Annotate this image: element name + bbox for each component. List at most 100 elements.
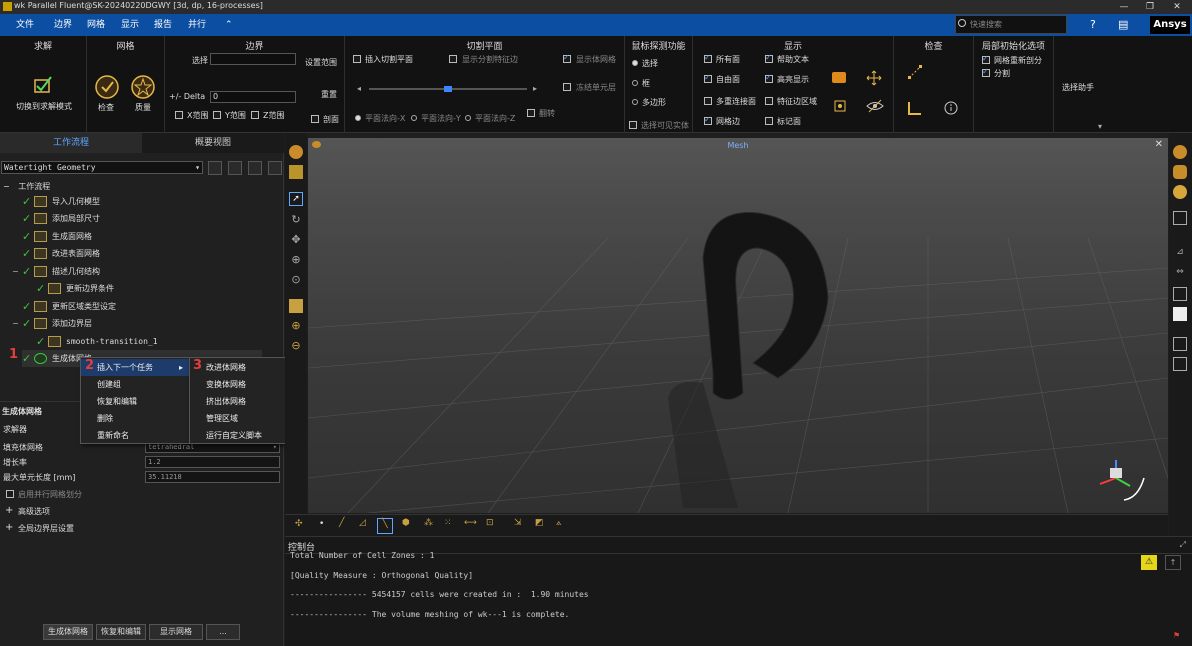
insert-cut-plane-checkbox[interactable] <box>353 55 361 63</box>
scroll-up-icon[interactable]: ↑ <box>1165 555 1181 570</box>
open-workflow-icon[interactable] <box>208 161 222 175</box>
graphics-viewport[interactable]: Mesh ✕ <box>308 138 1168 513</box>
menu-boundary[interactable]: 边界 <box>54 14 72 36</box>
more-button[interactable]: ... <box>206 624 240 640</box>
measure-icon[interactable] <box>907 64 923 80</box>
probe-select-radio[interactable] <box>632 60 638 66</box>
fit-view-icon[interactable] <box>289 299 303 313</box>
slider-icon[interactable]: ⇔ <box>1173 267 1187 281</box>
menu-item-delete[interactable]: 删除 <box>81 410 189 427</box>
free-faces-checkbox[interactable] <box>704 73 712 83</box>
help-circle-icon[interactable] <box>268 161 282 175</box>
bound-tool-icon[interactable]: ⊡ <box>486 518 494 528</box>
freeze-layers-checkbox[interactable] <box>563 83 571 91</box>
ruler-icon[interactable] <box>907 100 923 116</box>
menu-report[interactable]: 报告 <box>154 14 172 36</box>
pointer-icon[interactable]: ➚ <box>289 192 303 206</box>
tab-workflow[interactable]: 工作流程 <box>0 133 142 153</box>
screenshot-icon[interactable] <box>1173 357 1187 371</box>
close-window-button[interactable]: ✕ <box>1164 0 1190 14</box>
switch-to-solve-label[interactable]: 切换到求解模式 <box>16 101 72 112</box>
cell-tool-icon[interactable]: ⬢ <box>402 518 410 528</box>
feature-edge-checkbox[interactable] <box>765 97 773 105</box>
submenu-item-manage-zones[interactable]: 管理区域 <box>190 410 295 427</box>
zone-icon[interactable] <box>289 165 303 179</box>
zoom-box-icon[interactable]: ⊙ <box>289 273 303 287</box>
grid-tool-icon[interactable]: ⁙ <box>444 518 452 528</box>
quick-search-input[interactable]: 快速搜索 <box>955 15 1067 34</box>
label-faces-checkbox[interactable] <box>765 117 773 125</box>
copy-icon[interactable] <box>1173 337 1187 351</box>
menu-parallel[interactable]: 并行 <box>188 14 206 36</box>
max-length-input[interactable]: 35.11218 <box>145 471 280 483</box>
edge-tool-icon[interactable]: ╲ <box>377 518 393 534</box>
quality-label[interactable]: 质量 <box>135 102 151 113</box>
remesh-checkbox[interactable] <box>982 54 990 64</box>
collapse-icon[interactable]: − <box>12 319 19 328</box>
panel-icon[interactable]: ▤ <box>1118 14 1128 36</box>
collapse-icon[interactable]: − <box>3 182 10 191</box>
menu-item-revert-edit[interactable]: 恢复和编辑 <box>81 393 189 410</box>
help-text-checkbox[interactable] <box>765 53 773 63</box>
menu-item-create-group[interactable]: 创建组 <box>81 376 189 393</box>
refresh-icon[interactable] <box>248 161 262 175</box>
menu-item-insert-next-task[interactable]: 插入下一个任务 ▸ <box>81 359 189 376</box>
generate-volume-mesh-button[interactable]: 生成体网格 <box>43 624 93 640</box>
plot-icon[interactable]: ⊿ <box>1173 247 1187 261</box>
pan-icon[interactable]: ✥ <box>289 233 303 247</box>
probe-tool-icon[interactable]: ⇲ <box>514 518 522 528</box>
select-visible-checkbox[interactable] <box>629 121 637 129</box>
workflow-type-select[interactable]: Watertight Geometry ▾ <box>1 161 203 174</box>
zoom-in-icon[interactable]: ⊕ <box>289 319 303 333</box>
frame-icon[interactable] <box>1173 211 1187 225</box>
zoom-out-icon[interactable]: ⊖ <box>289 339 303 353</box>
split-checkbox[interactable] <box>982 67 990 77</box>
rotate-icon[interactable]: ↻ <box>289 213 303 227</box>
zone-tool-icon[interactable]: ◩ <box>535 518 544 528</box>
slider-right-arrow[interactable]: ▸ <box>533 84 537 93</box>
plane-y-radio[interactable] <box>411 115 417 121</box>
eye-icon[interactable] <box>866 98 884 114</box>
multi-connected-checkbox[interactable] <box>704 97 712 105</box>
menu-display[interactable]: 显示 <box>121 14 139 36</box>
global-bl-settings-label[interactable]: 全局边界层设置 <box>18 523 74 534</box>
all-faces-checkbox[interactable] <box>704 53 712 63</box>
mesh-display-icon[interactable] <box>289 145 303 159</box>
switch-to-solve-icon[interactable] <box>32 74 54 96</box>
parallel-meshing-checkbox[interactable] <box>6 490 14 498</box>
reset-button[interactable]: 重置 <box>321 89 337 100</box>
growth-rate-input[interactable]: 1.2 <box>145 456 280 468</box>
menu-item-rename[interactable]: 重新命名 <box>81 427 189 444</box>
zoom-icon[interactable]: ⊕ <box>289 253 303 267</box>
select-helper-button[interactable]: 选择助手 <box>1062 82 1094 93</box>
collapse-ribbon-button[interactable]: ⌃ <box>225 14 233 36</box>
surface-icon[interactable] <box>1173 145 1187 159</box>
volume-icon[interactable] <box>1173 165 1187 179</box>
submenu-item-improve-volume-mesh[interactable]: 改进体网格 <box>190 359 295 376</box>
submenu-item-transform-volume-mesh[interactable]: 变换体网格 <box>190 376 295 393</box>
tab-outline-view[interactable]: 概要视图 <box>142 133 284 153</box>
info-icon[interactable] <box>943 100 959 116</box>
properties-icon[interactable] <box>1173 307 1187 321</box>
mesh-edges-checkbox[interactable] <box>704 115 712 125</box>
warning-icon[interactable]: ⚠ <box>1141 555 1157 570</box>
plane-z-radio[interactable] <box>465 115 471 121</box>
mesh-quality-icon[interactable] <box>130 74 156 100</box>
settings-icon[interactable] <box>832 98 848 114</box>
z-range-checkbox[interactable] <box>251 111 259 119</box>
submenu-item-extrude-volume-mesh[interactable]: 挤出体网格 <box>190 393 295 410</box>
folder-icon[interactable] <box>832 72 846 83</box>
slider-left-arrow[interactable]: ◂ <box>357 84 361 93</box>
help-icon[interactable]: ? <box>1090 14 1096 36</box>
restore-button[interactable]: ❐ <box>1137 0 1163 14</box>
check-label[interactable]: 检查 <box>98 102 114 113</box>
measure-line-icon[interactable]: ⟷ <box>464 518 477 528</box>
menu-file[interactable]: 文件 <box>16 14 34 36</box>
error-flag-icon[interactable]: ⚑ <box>1173 631 1185 641</box>
line-tool-icon[interactable]: ╱ <box>339 518 344 528</box>
plane-x-radio[interactable] <box>355 115 361 121</box>
ribbon-expand-icon[interactable]: ▾ <box>1098 122 1102 131</box>
show-volume-mesh-checkbox[interactable] <box>563 53 571 63</box>
highlight-checkbox[interactable] <box>765 73 773 83</box>
point-tool-icon[interactable]: • <box>319 519 324 529</box>
